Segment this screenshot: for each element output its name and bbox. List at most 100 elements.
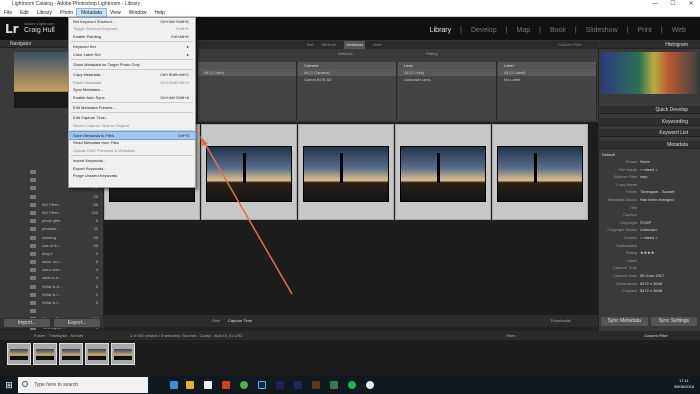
metadata-row[interactable]: Sidecar Files xmp <box>598 173 693 181</box>
metadata-row[interactable]: Capture Time <box>598 264 693 272</box>
metadata-value[interactable]: ★★★★· <box>640 249 693 257</box>
filter-none[interactable]: None <box>373 41 383 49</box>
folder-row[interactable] <box>14 307 102 315</box>
module-print[interactable]: Print <box>637 27 651 34</box>
folder-row[interactable]: what is a... 4 <box>14 274 102 282</box>
menu-item[interactable]: Sync Metadata... <box>69 86 195 93</box>
spotify-icon[interactable] <box>348 381 356 389</box>
lightroom-taskbar-icon[interactable] <box>258 381 266 389</box>
menu-item[interactable]: Color Label Set ▸ <box>69 51 195 58</box>
menu-metadata[interactable]: Metadata <box>76 8 107 17</box>
grid-cell[interactable] <box>395 124 491 220</box>
menu-item[interactable]: Enable Auto Sync Ctrl+Alt+Shift+A <box>69 94 195 101</box>
metadata-row[interactable]: File Name < mixed > <box>598 166 693 174</box>
metadata-row[interactable]: Copyright ©CKP <box>598 219 693 227</box>
menu-file[interactable]: File <box>0 9 16 16</box>
metadata-value[interactable]: < mixed > <box>640 166 693 174</box>
metadata-value[interactable] <box>640 211 693 219</box>
maximize-button[interactable]: ☐ <box>664 0 682 9</box>
sort-select[interactable]: Capture Time <box>228 315 252 327</box>
folder-row[interactable]: blog 1 3 <box>14 250 102 258</box>
menu-photo[interactable]: Photo <box>56 9 77 16</box>
metadata-value[interactable] <box>640 242 693 250</box>
column-header[interactable]: Label <box>498 62 596 69</box>
office-icon[interactable] <box>222 381 230 389</box>
filmstrip-thumbnail[interactable] <box>111 343 135 365</box>
folder-row[interactable]: relaxing 20 <box>14 234 102 242</box>
metadata-header[interactable]: Metadata <box>598 141 700 149</box>
export-button[interactable]: Export... <box>54 319 100 327</box>
metadata-value[interactable] <box>640 204 693 212</box>
metadata-row[interactable]: Capture Date 05 June 2017 <box>598 272 693 280</box>
metadata-row[interactable]: Copyright Status Unknown <box>598 226 693 234</box>
column-cell[interactable]: Unknown Lens <box>398 76 496 83</box>
photo-thumbnail[interactable] <box>497 146 583 202</box>
filter-text[interactable]: Text <box>306 41 313 49</box>
metadata-row[interactable]: Caption <box>598 211 693 219</box>
filmstrip-thumbnail[interactable] <box>85 343 109 365</box>
metadata-row[interactable]: Creator < mixed > <box>598 234 693 242</box>
folder-row[interactable]: What is l... 3 <box>14 299 102 307</box>
menu-view[interactable]: View <box>106 9 125 16</box>
column-cell[interactable]: All (1 Camera) <box>298 69 396 76</box>
metadata-value[interactable] <box>640 264 693 272</box>
module-slideshow[interactable]: Slideshow <box>586 27 618 34</box>
metadata-value[interactable]: Unknown <box>640 226 693 234</box>
metadata-row[interactable]: Metadata Status Has been changed <box>598 196 693 204</box>
menu-window[interactable]: Window <box>125 9 151 16</box>
menu-item[interactable]: Edit Metadata Presets... <box>69 104 195 111</box>
metadata-row[interactable]: Cropped 5472 x 3648 <box>598 287 693 295</box>
photoshop-icon[interactable] <box>294 381 302 389</box>
metadata-row[interactable]: Folder Timelapse - Sunset <box>598 188 693 196</box>
minimize-button[interactable]: — <box>646 0 664 9</box>
folder-row[interactable]: 20 <box>14 193 102 201</box>
metadata-value[interactable] <box>640 257 693 265</box>
metadata-row[interactable]: Dimensions 5472 x 3648 <box>598 280 693 288</box>
menu-library[interactable]: Library <box>33 9 56 16</box>
security-icon[interactable] <box>330 381 338 389</box>
column-header[interactable]: Lens <box>398 62 496 69</box>
histogram-header[interactable]: Histogram <box>598 41 700 49</box>
filmstrip-thumbnail[interactable] <box>7 343 31 365</box>
photo-thumbnail[interactable] <box>400 146 486 202</box>
keyword-list-header[interactable]: Keyword List <box>598 129 700 137</box>
edge-icon[interactable] <box>170 381 178 389</box>
premiere-icon[interactable] <box>276 381 284 389</box>
folder-row[interactable]: rule of th... 20 <box>14 242 102 250</box>
filmstrip-filter-select[interactable]: Custom Filter <box>644 331 668 340</box>
folder-row[interactable]: NO Filter... 66 <box>14 201 102 209</box>
taskbar-clock[interactable]: 17:11 05/06/2018 <box>674 378 694 390</box>
metadata-value[interactable]: 5472 x 3648 <box>640 280 693 288</box>
sync-metadata-button[interactable]: Sync Metadata <box>601 317 648 326</box>
menu-help[interactable]: Help <box>150 9 168 16</box>
module-map[interactable]: Map <box>516 27 530 34</box>
metadata-row[interactable]: Preset None <box>598 158 693 166</box>
keywording-header[interactable]: Keywording <box>598 118 700 126</box>
metadata-value[interactable]: 5472 x 3648 <box>640 287 693 295</box>
module-develop[interactable]: Develop <box>471 27 497 34</box>
quick-develop-header[interactable]: Quick Develop <box>598 106 700 114</box>
folder-row[interactable]: photo gifts 5 <box>14 217 102 225</box>
folder-row[interactable]: photosh... 11 <box>14 225 102 233</box>
menu-item[interactable]: Show Metadata for Target Photo Only <box>69 61 195 68</box>
filmstrip-thumbnail[interactable] <box>59 343 83 365</box>
folder-row[interactable]: used vers... 4 <box>14 266 102 274</box>
filmstrip-thumbnail[interactable] <box>33 343 57 365</box>
filter-metadata[interactable]: Metadata <box>344 41 365 49</box>
column-header[interactable]: Camera <box>298 62 396 69</box>
metadata-row[interactable]: Copy Name <box>598 181 693 189</box>
folder-row[interactable]: NO Filter... 120 <box>14 209 102 217</box>
menu-item[interactable]: Copy Metadata... Ctrl+Shift+Alt+C <box>69 71 195 78</box>
metadata-value[interactable]: < mixed > <box>640 234 693 242</box>
metadata-value[interactable]: Timelapse - Sunset <box>640 188 693 196</box>
menu-item[interactable]: Keyword Set ▸ <box>69 43 195 50</box>
menu-item[interactable]: Set Keyword Shortcut... Ctrl+Alt+Shift+K <box>69 18 195 25</box>
filter-preset[interactable]: Custom Filter <box>558 41 582 49</box>
folder-row[interactable]: stock vs r... 8 <box>14 258 102 266</box>
filter-attribute[interactable]: Attribute <box>321 41 336 49</box>
metadata-row[interactable]: Title <box>598 204 693 212</box>
column-cell[interactable]: Canon EOS 6D <box>298 76 396 83</box>
close-button[interactable]: ✕ <box>682 0 700 9</box>
taskbar-search-input[interactable]: Type here to search <box>18 377 148 393</box>
windows-start-icon[interactable]: ⊞ <box>0 376 18 394</box>
